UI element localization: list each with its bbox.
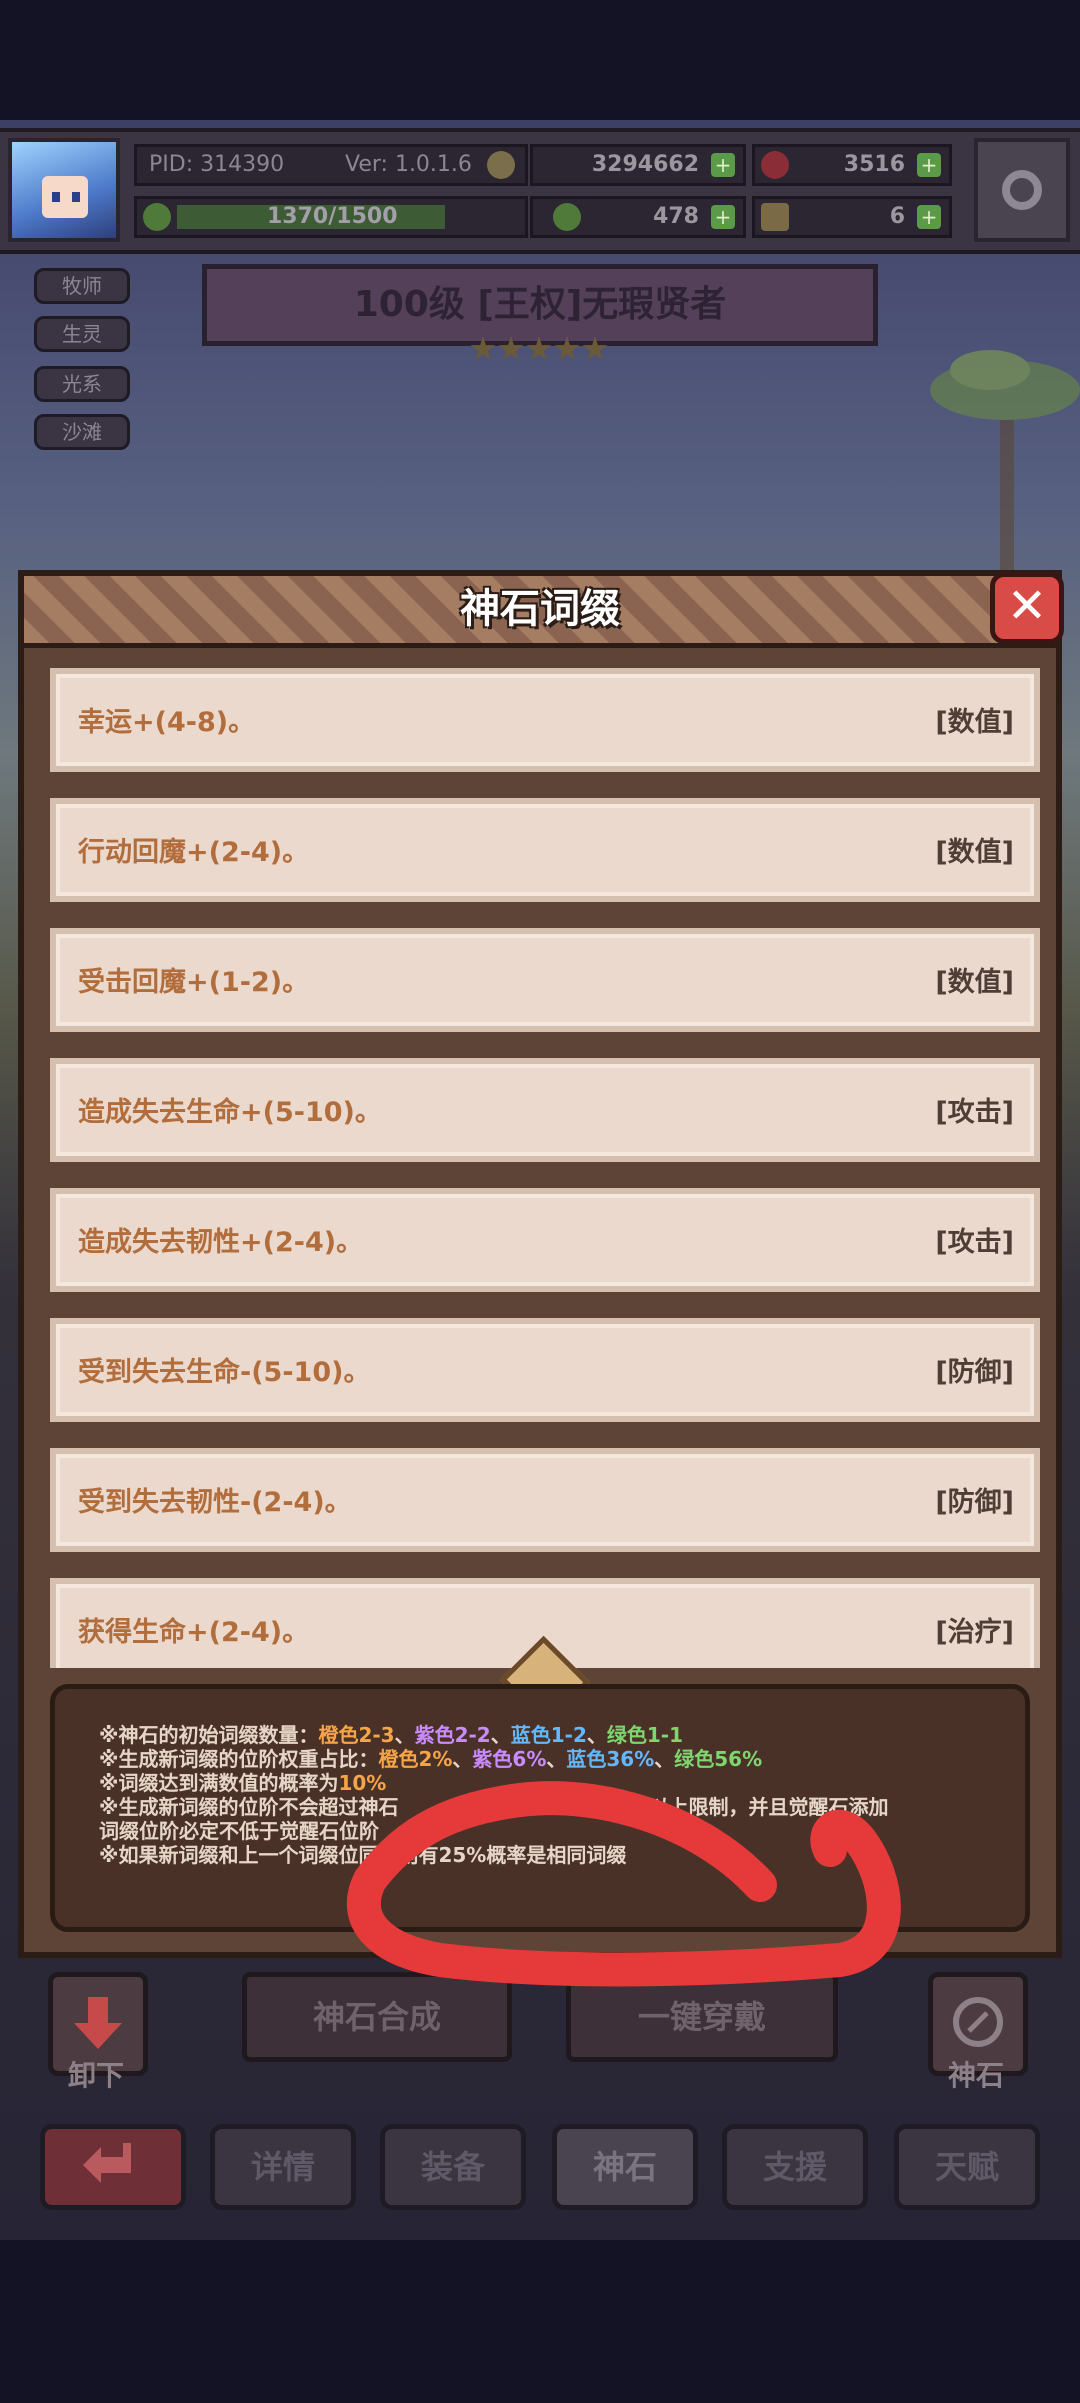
- affix-category: [防御]: [935, 1357, 1014, 1388]
- affix-category: [数值]: [935, 837, 1014, 868]
- exp-leaf-icon: [143, 203, 171, 231]
- settings-coin-icon: [487, 151, 515, 179]
- player-avatar[interactable]: [8, 138, 120, 242]
- affix-modal: 神石词缀 ✕ 幸运+(4-8)。 [数值] 行动回魔+(2-4)。 [数值] 受…: [18, 570, 1064, 1958]
- back-button[interactable]: [40, 2124, 186, 2210]
- rule-line-6: ※如果新词缀和上一个词缀位同，则有25%概率是相同词缀: [99, 1843, 627, 1867]
- affix-row: 幸运+(4-8)。 [数值]: [50, 668, 1040, 772]
- affix-category: [攻击]: [935, 1097, 1014, 1128]
- affix-list[interactable]: 幸运+(4-8)。 [数值] 行动回魔+(2-4)。 [数值] 受击回魔+(1-…: [50, 668, 1040, 1668]
- affix-category: [防御]: [935, 1487, 1014, 1518]
- affix-text: 受击回魔+(1-2)。: [78, 967, 310, 998]
- version-label: Ver: 1.0.1.6: [345, 152, 472, 177]
- settings-button[interactable]: [974, 138, 1070, 242]
- race-tag: 生灵: [34, 316, 130, 352]
- affix-row: 受到失去韧性-(2-4)。 [防御]: [50, 1448, 1040, 1552]
- add-key-icon[interactable]: +: [917, 205, 941, 229]
- rule-line-3: ※词缀达到满数值的概率为10%: [99, 1771, 387, 1795]
- tab-equipment[interactable]: 装备: [380, 2124, 526, 2210]
- affix-text: 造成失去韧性+(2-4)。: [78, 1227, 364, 1258]
- pid-box: PID: 314390 Ver: 1.0.1.6: [134, 144, 528, 186]
- gold-box: 3294662 +: [530, 144, 746, 186]
- affix-row: 行动回魔+(2-4)。 [数值]: [50, 798, 1040, 902]
- star-icon: [582, 336, 608, 360]
- star-icon: [554, 336, 580, 360]
- affix-text: 受到失去韧性-(2-4)。: [78, 1487, 352, 1518]
- back-arrow-icon: [83, 2143, 131, 2183]
- character-title: 100级 [王权]无瑕贤者: [202, 264, 878, 346]
- element-tag: 光系: [34, 366, 130, 402]
- close-button[interactable]: ✕: [990, 572, 1064, 644]
- class-tag: 牧师: [34, 268, 130, 304]
- tab-talent[interactable]: 天赋: [894, 2124, 1040, 2210]
- gem-value: 3516: [843, 152, 905, 177]
- top-status-bar: PID: 314390 Ver: 1.0.1.6 3294662 + 3516 …: [0, 128, 1080, 254]
- key-box: 6 +: [752, 196, 952, 238]
- clover-value: 478: [653, 204, 699, 229]
- rule-line-1: ※神石的初始词缀数量：橙色2-3、紫色2-2、蓝色1-2、绿色1-1: [99, 1723, 684, 1747]
- star-icon: [470, 336, 496, 360]
- affix-category: [数值]: [935, 967, 1014, 998]
- exp-bar: 1370/1500: [134, 196, 528, 238]
- star-icon: [526, 336, 552, 360]
- affix-row: 受击回魔+(1-2)。 [数值]: [50, 928, 1040, 1032]
- rule-line-4: ※生成新词缀的位阶不会超过神石 以上限制，并且觉醒石添加: [99, 1795, 889, 1819]
- gold-value: 3294662: [591, 152, 699, 177]
- affix-row: 受到失去生命-(5-10)。 [防御]: [50, 1318, 1040, 1422]
- exp-value: 1370/1500: [267, 204, 398, 229]
- star-rating: [470, 336, 610, 376]
- clover-icon: [553, 203, 581, 231]
- stone-label: 神石: [948, 2059, 1005, 2092]
- affix-category: [数值]: [935, 707, 1014, 738]
- add-gold-icon[interactable]: +: [711, 153, 735, 177]
- key-value: 6: [889, 204, 905, 229]
- affix-rules-panel: ※神石的初始词缀数量：橙色2-3、紫色2-2、蓝色1-2、绿色1-1 ※生成新词…: [50, 1684, 1030, 1932]
- affix-text: 行动回魔+(2-4)。: [78, 837, 310, 868]
- terrain-tag: 沙滩: [34, 414, 130, 450]
- palm-tree-icon: [930, 350, 1080, 590]
- affix-text: 造成失去生命+(5-10)。: [78, 1097, 382, 1128]
- synthesize-button[interactable]: 神石合成: [242, 1972, 512, 2062]
- tab-divine-stone[interactable]: 神石: [552, 2124, 698, 2210]
- tab-support[interactable]: 支援: [722, 2124, 868, 2210]
- affix-row: 造成失去韧性+(2-4)。 [攻击]: [50, 1188, 1040, 1292]
- rule-line-5: 词缀位阶必定不低于觉醒石位阶: [99, 1819, 379, 1843]
- gear-icon: [1002, 170, 1042, 210]
- affix-text: 受到失去生命-(5-10)。: [78, 1357, 371, 1388]
- key-icon: [761, 203, 789, 231]
- add-clover-icon[interactable]: +: [711, 205, 735, 229]
- rule-line-2: ※生成新词缀的位阶权重占比：橙色2%、紫色6%、蓝色36%、绿色56%: [99, 1747, 763, 1771]
- modal-title: 神石词缀: [460, 586, 620, 632]
- gem-box: 3516 +: [752, 144, 952, 186]
- affix-row: 造成失去生命+(5-10)。 [攻击]: [50, 1058, 1040, 1162]
- affix-text: 获得生命+(2-4)。: [78, 1617, 310, 1648]
- gem-icon: [761, 151, 789, 179]
- affix-text: 幸运+(4-8)。: [78, 707, 256, 738]
- affix-category: [治疗]: [935, 1617, 1014, 1648]
- unequip-label: 卸下: [68, 2059, 125, 2092]
- close-icon: ✕: [1006, 578, 1048, 634]
- clover-box: 478 +: [530, 196, 746, 238]
- tab-details[interactable]: 详情: [210, 2124, 356, 2210]
- affix-category: [攻击]: [935, 1227, 1014, 1258]
- equip-all-button[interactable]: 一键穿戴: [566, 1972, 838, 2062]
- pid-label: PID: 314390: [149, 152, 285, 177]
- add-gem-icon[interactable]: +: [917, 153, 941, 177]
- star-icon: [498, 336, 524, 360]
